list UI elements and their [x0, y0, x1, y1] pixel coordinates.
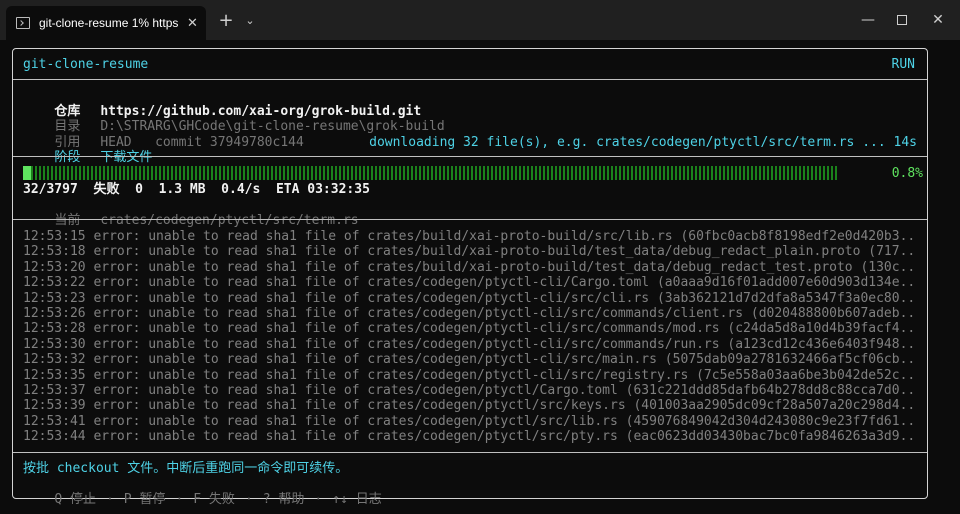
tab-close-icon[interactable]: ✕: [187, 16, 198, 31]
log-line: 12:53:15 error: unable to read sha1 file…: [23, 229, 915, 244]
progress-bar: [23, 166, 838, 180]
footer-message: 按批 checkout 文件。中断后重跑同一命令即可续传。: [23, 461, 349, 476]
log-line: 12:53:23 error: unable to read sha1 file…: [23, 290, 915, 306]
log-line: 12:53:37 error: unable to read sha1 file…: [23, 382, 915, 398]
log-line: 12:53:18 error: unable to read sha1 file…: [23, 244, 915, 260]
stage-label: 阶段: [54, 150, 81, 165]
key-hint-pause: P 暂停: [123, 492, 166, 507]
key-hint-stop: Q 停止: [54, 492, 96, 507]
hint-separator: ·: [175, 492, 184, 507]
progress-percent: 0.8%: [891, 166, 923, 181]
log-line: 12:53:26 error: unable to read sha1 file…: [23, 305, 915, 321]
log-line: 12:53:39 error: unable to read sha1 file…: [23, 398, 915, 414]
log-line: 12:53:44 error: unable to read sha1 file…: [23, 429, 915, 445]
log-line: 12:53:35 error: unable to read sha1 file…: [23, 367, 915, 383]
key-hint-log: ↑↓ 日志: [332, 492, 382, 507]
tui-panel: git-clone-resume RUN 仓库 https://github.co…: [12, 48, 928, 507]
progress-stats: 32/3797 失败 0 1.3 MB 0.4/s ETA 03:32:35: [23, 182, 370, 197]
app-title: git-clone-resume: [23, 57, 149, 72]
hint-separator: ·: [244, 492, 253, 507]
tab-title: git-clone-resume 1% https://gi: [39, 16, 179, 30]
divider: [13, 156, 927, 157]
stage-value: 下载文件: [100, 150, 153, 165]
new-tab-icon[interactable]: +: [214, 9, 238, 31]
log-line: 12:53:20 error: unable to read sha1 file…: [23, 259, 915, 275]
key-hint-failed: F 失败: [193, 492, 235, 507]
log-line: 12:53:30 error: unable to read sha1 file…: [23, 336, 915, 352]
hint-separator: ·: [314, 492, 323, 507]
current-file: crates/codegen/ptyctl/src/term.rs: [100, 213, 359, 228]
log-line: 12:53:22 error: unable to read sha1 file…: [23, 275, 915, 291]
current-label: 当前: [54, 213, 81, 228]
log-line: 12:53:41 error: unable to read sha1 file…: [23, 413, 915, 429]
status-badge: RUN: [891, 57, 915, 72]
close-window-icon[interactable]: ✕: [926, 9, 950, 31]
hint-separator: ·: [105, 492, 114, 507]
title-bar: git-clone-resume 1% https://gi ✕ + ⌄ — ✕: [0, 0, 960, 40]
divider: [13, 79, 927, 80]
error-log[interactable]: 12:53:15 error: unable to read sha1 file…: [23, 229, 915, 444]
minimize-icon[interactable]: —: [856, 9, 880, 31]
keybinding-hints: Q 停止 · P 暂停 · F 失败 · ? 帮助 · ↑↓ 日志: [23, 477, 382, 514]
chevron-down-icon[interactable]: ⌄: [240, 9, 260, 31]
maximize-icon[interactable]: [890, 9, 914, 31]
terminal-icon: [16, 17, 30, 29]
key-hint-help: ? 帮助: [262, 492, 305, 507]
terminal-tab[interactable]: git-clone-resume 1% https://gi ✕: [6, 6, 206, 40]
divider: [13, 219, 927, 220]
stage-detail: downloading 32 file(s), e.g. crates/code…: [369, 135, 917, 150]
log-line: 12:53:32 error: unable to read sha1 file…: [23, 352, 915, 368]
log-line: 12:53:28 error: unable to read sha1 file…: [23, 321, 915, 337]
divider: [13, 452, 927, 453]
progress-track: [31, 166, 838, 180]
progress-fill: [23, 166, 31, 180]
